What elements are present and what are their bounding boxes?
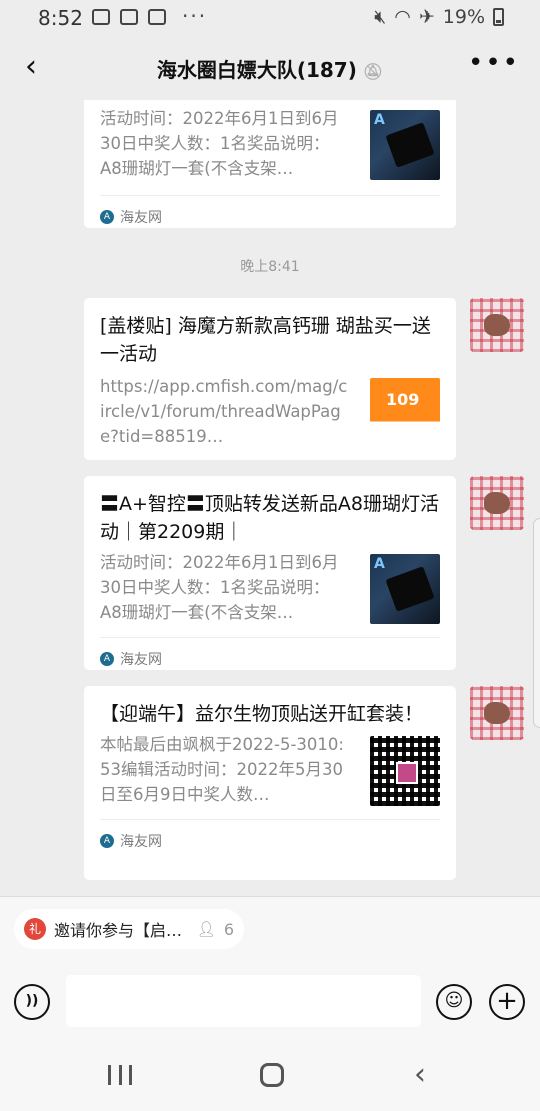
- card-thumbnail: [370, 736, 440, 806]
- card-source: A 海友网: [100, 195, 440, 228]
- home-button[interactable]: [260, 1063, 284, 1087]
- battery-percent: 19%: [442, 6, 485, 28]
- scroll-handle[interactable]: [533, 518, 540, 728]
- status-bar: 8:52 ··· 🔇︎ ◠ ✈ 19%: [0, 0, 540, 36]
- site-logo-icon: A: [100, 652, 114, 666]
- card-thumbnail: [370, 110, 440, 180]
- card-body: 活动时间：2022年6月1日到6月30日中奖人数：1名奖品说明：A8珊瑚灯一套(…: [100, 100, 440, 181]
- card-body: 本帖最后由飒枫于2022-5-3010:53编辑活动时间：2022年5月30日至…: [100, 732, 440, 807]
- source-name: 海友网: [120, 210, 162, 226]
- card-body: https://app.cmfish.com/mag/circle/v1/for…: [100, 374, 440, 449]
- site-logo-icon: A: [100, 834, 114, 848]
- card-description: https://app.cmfish.com/mag/circle/v1/for…: [100, 377, 348, 446]
- card-title: 〓A+智控〓顶贴转发送新品A8珊瑚灯活动｜第2209期｜: [100, 493, 440, 543]
- card-description: 本帖最后由飒枫于2022-5-3010:53编辑活动时间：2022年5月30日至…: [100, 735, 344, 804]
- avatar[interactable]: [470, 476, 524, 530]
- airplane-icon: ✈: [418, 6, 435, 28]
- system-nav-bar: ‹: [0, 1039, 540, 1111]
- person-icon: 👤︎: [196, 920, 216, 938]
- bell-off-icon: 🔕︎: [362, 62, 384, 81]
- mute-status-icon: 🔇︎: [374, 6, 387, 28]
- card-body: 活动时间：2022年6月1日到6月30日中奖人数：1名奖品说明：A8珊瑚灯一套(…: [100, 550, 440, 625]
- invite-chip[interactable]: 礼 邀请你参与【启… 👤︎ 6: [14, 909, 244, 949]
- voice-button[interactable]: )): [14, 984, 50, 1020]
- plus-icon: +: [496, 986, 518, 1016]
- emoji-icon: ☺: [444, 990, 464, 1011]
- site-logo-icon: A: [100, 210, 114, 224]
- bottom-area: 礼 邀请你参与【启… 👤︎ 6 )) ☺ + ‹: [0, 896, 540, 1111]
- wifi-icon: ◠: [394, 6, 411, 28]
- status-right: 🔇︎ ◠ ✈ 19%: [374, 6, 504, 28]
- notification-icons: [92, 9, 166, 25]
- avatar[interactable]: [470, 298, 524, 352]
- link-card[interactable]: [盖楼贴] 海魔方新款高钙珊 瑚盐买一送一活动 https://app.cmfi…: [84, 298, 456, 460]
- card-description: 活动时间：2022年6月1日到6月30日中奖人数：1名奖品说明：A8珊瑚灯一套(…: [100, 109, 339, 178]
- voice-icon: )): [25, 993, 39, 1009]
- invite-count: 6: [223, 919, 234, 939]
- invite-text: 邀请你参与【启…: [54, 921, 183, 940]
- recent-bar-icon: [118, 1065, 122, 1085]
- more-dots-icon: •••: [467, 48, 520, 78]
- emoji-button[interactable]: ☺: [436, 984, 472, 1020]
- timestamp: 晚上8:41: [240, 259, 300, 275]
- source-name: 海友网: [120, 652, 162, 668]
- card-source: A 海友网: [100, 819, 440, 852]
- link-card[interactable]: 活动时间：2022年6月1日到6月30日中奖人数：1名奖品说明：A8珊瑚灯一套(…: [84, 100, 456, 228]
- card-title: 【迎端午】益尔生物顶贴送开缸套装！: [100, 703, 424, 725]
- source-name: 海友网: [120, 834, 162, 850]
- card-thumbnail: [370, 378, 440, 448]
- tiktok-icon: [148, 9, 166, 25]
- message-input[interactable]: [66, 975, 421, 1027]
- more-button[interactable]: •••: [468, 48, 520, 78]
- recent-bar-icon: [129, 1065, 132, 1085]
- more-notifications-icon: ···: [182, 4, 208, 28]
- chat-title-text: 海水圈白嫖大队(187): [156, 58, 357, 82]
- link-card[interactable]: 〓A+智控〓顶贴转发送新品A8珊瑚灯活动｜第2209期｜ 活动时间：2022年6…: [84, 476, 456, 670]
- gallery-icon: [92, 9, 110, 25]
- card-thumbnail: [370, 554, 440, 624]
- card-source: A 海友网: [100, 637, 440, 670]
- link-card[interactable]: 【迎端午】益尔生物顶贴送开缸套装！ 本帖最后由飒枫于2022-5-3010:53…: [84, 686, 456, 880]
- status-time: 8:52: [38, 6, 83, 30]
- card-description: 活动时间：2022年6月1日到6月30日中奖人数：1名奖品说明：A8珊瑚灯一套(…: [100, 553, 339, 622]
- system-back-button[interactable]: ‹: [414, 1057, 426, 1092]
- recent-apps-button[interactable]: [108, 1065, 132, 1085]
- card-title: [盖楼贴] 海魔方新款高钙珊 瑚盐买一送一活动: [100, 315, 431, 365]
- chat-area[interactable]: 活动时间：2022年6月1日到6月30日中奖人数：1名奖品说明：A8珊瑚灯一套(…: [0, 100, 540, 896]
- app-notification-icon: [120, 9, 138, 25]
- recent-bar-icon: [108, 1065, 111, 1085]
- avatar[interactable]: [470, 686, 524, 740]
- title-bar: ‹ 海水圈白嫖大队(187) 🔕︎ •••: [0, 36, 540, 100]
- more-actions-button[interactable]: +: [489, 984, 525, 1020]
- battery-icon: [493, 8, 504, 26]
- chat-title: 海水圈白嫖大队(187) 🔕︎: [0, 54, 540, 83]
- gift-icon: 礼: [24, 918, 46, 940]
